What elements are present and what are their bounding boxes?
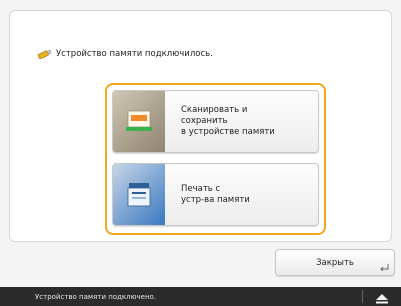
options-group: Сканировать и сохранить в устройстве пам…	[105, 83, 326, 235]
print-from-memory-icon	[113, 164, 165, 225]
close-button-label: Закрыть	[316, 257, 354, 268]
scan-and-store-label: Сканировать и сохранить в устройстве пам…	[181, 105, 275, 137]
screen: Устройство памяти подключилось. Сканиров…	[0, 0, 401, 306]
status-divider	[362, 290, 363, 303]
status-text: Устройство памяти подключено.	[35, 292, 157, 301]
status-bar: Устройство памяти подключено.	[0, 287, 401, 306]
dialog-message-text: Устройство памяти подключилось.	[56, 49, 213, 59]
close-button[interactable]: Закрыть	[275, 249, 395, 276]
usb-memory-icon	[36, 49, 52, 60]
print-from-memory-label: Печать с устр-ва памяти	[181, 183, 250, 205]
scan-and-store-button[interactable]: Сканировать и сохранить в устройстве пам…	[112, 90, 319, 153]
corner-arrow-icon	[380, 264, 389, 272]
scan-to-memory-icon	[113, 91, 165, 152]
dialog-message: Устройство памяти подключилось.	[36, 49, 213, 60]
memory-device-dialog: Устройство памяти подключилось. Сканиров…	[9, 10, 392, 242]
eject-icon[interactable]	[372, 290, 392, 304]
print-from-memory-button[interactable]: Печать с устр-ва памяти	[112, 163, 319, 226]
